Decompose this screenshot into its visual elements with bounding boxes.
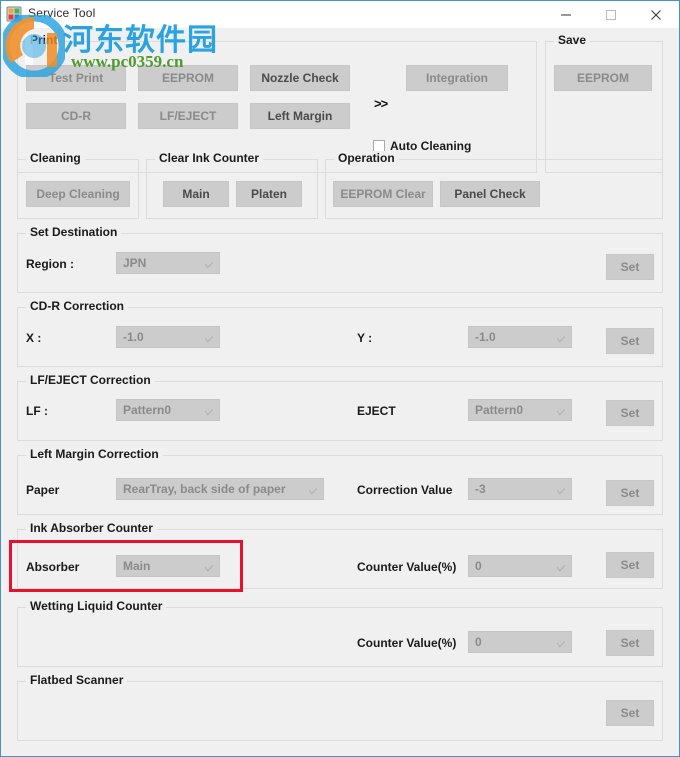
group-clear-ink-counter-legend: Clear Ink Counter — [155, 151, 264, 165]
group-flatbed-scanner-legend: Flatbed Scanner — [26, 673, 128, 687]
group-set-destination-legend: Set Destination — [26, 225, 122, 239]
service-tool-window: Service Tool Print Test Print EEPROM Noz… — [0, 0, 680, 757]
clear-ink-platen-button[interactable]: Platen — [236, 181, 302, 207]
paper-value: RearTray, back side of paper — [123, 482, 286, 496]
cdr-x-label: X : — [26, 331, 42, 345]
correction-value-label: Correction Value — [357, 483, 453, 497]
chevron-down-icon — [553, 632, 571, 652]
minimize-icon — [560, 14, 571, 15]
set-destination-set-button[interactable]: Set — [606, 254, 654, 280]
chevron-down-icon — [201, 400, 219, 420]
chevron-down-icon — [201, 327, 219, 347]
maximize-icon — [605, 9, 616, 20]
group-flatbed-scanner: Flatbed Scanner — [17, 673, 663, 741]
close-button[interactable] — [633, 1, 678, 28]
auto-cleaning-label: Auto Cleaning — [390, 139, 472, 153]
group-operation-legend: Operation — [334, 151, 399, 165]
lf-value: Pattern0 — [123, 403, 172, 417]
chevron-down-icon — [553, 556, 571, 576]
group-lf-eject-correction-legend: LF/EJECT Correction — [26, 373, 155, 387]
app-icon — [6, 6, 22, 22]
minimize-button[interactable] — [543, 1, 588, 28]
chevron-down-icon — [553, 400, 571, 420]
correction-value: -3 — [475, 482, 486, 496]
close-icon — [650, 9, 661, 20]
cdr-y-value: -1.0 — [475, 330, 496, 344]
group-print-legend: Print — [26, 33, 62, 47]
wetting-counter-value-combo[interactable]: 0 — [468, 631, 572, 653]
lf-eject-button[interactable]: LF/EJECT — [138, 103, 238, 129]
group-cleaning-legend: Cleaning — [26, 151, 85, 165]
flatbed-scanner-set-button[interactable]: Set — [606, 700, 654, 726]
integration-button[interactable]: Integration — [406, 65, 508, 91]
client-area: Print Test Print EEPROM Nozzle Check >> … — [2, 28, 678, 756]
group-wetting-liquid-counter-legend: Wetting Liquid Counter — [26, 599, 167, 613]
group-left-margin-correction-legend: Left Margin Correction — [26, 447, 163, 461]
group-ink-absorber-counter-legend: Ink Absorber Counter — [26, 521, 157, 535]
absorber-counter-value-label: Counter Value(%) — [357, 560, 457, 574]
panel-check-button[interactable]: Panel Check — [440, 181, 540, 207]
clear-ink-main-button[interactable]: Main — [163, 181, 229, 207]
maximize-button[interactable] — [588, 1, 633, 28]
region-value: JPN — [123, 256, 147, 270]
title-bar[interactable]: Service Tool — [1, 1, 679, 28]
group-set-destination: Set Destination — [17, 225, 663, 293]
cdr-x-value: -1.0 — [123, 330, 144, 344]
correction-value-combo[interactable]: -3 — [468, 478, 572, 500]
lf-combo[interactable]: Pattern0 — [116, 399, 220, 421]
ink-absorber-counter-set-button[interactable]: Set — [606, 552, 654, 578]
chevron-down-icon — [305, 479, 323, 499]
chevron-down-icon — [201, 556, 219, 576]
chevron-down-icon — [201, 253, 219, 273]
eeprom-clear-button[interactable]: EEPROM Clear — [333, 181, 433, 207]
paper-combo[interactable]: RearTray, back side of paper — [116, 478, 324, 500]
deep-cleaning-button[interactable]: Deep Cleaning — [26, 181, 130, 207]
wetting-counter-value-label: Counter Value(%) — [357, 636, 457, 650]
eject-label: EJECT — [357, 404, 396, 418]
group-save: Save — [545, 33, 663, 173]
region-combo[interactable]: JPN — [116, 252, 220, 274]
wetting-counter-value: 0 — [475, 635, 482, 649]
cd-r-button[interactable]: CD-R — [26, 103, 126, 129]
absorber-counter-value: 0 — [475, 559, 482, 573]
chevron-right-double-icon: >> — [374, 96, 388, 111]
eeprom-print-button[interactable]: EEPROM — [138, 65, 238, 91]
group-save-legend: Save — [554, 33, 591, 47]
cdr-correction-set-button[interactable]: Set — [606, 328, 654, 354]
cdr-y-combo[interactable]: -1.0 — [468, 326, 572, 348]
chevron-down-icon — [553, 479, 571, 499]
wetting-liquid-counter-set-button[interactable]: Set — [606, 630, 654, 656]
nozzle-check-button[interactable]: Nozzle Check — [250, 65, 350, 91]
absorber-counter-value-combo[interactable]: 0 — [468, 555, 572, 577]
test-print-button[interactable]: Test Print — [26, 65, 126, 91]
eject-combo[interactable]: Pattern0 — [468, 399, 572, 421]
group-cdr-correction-legend: CD-R Correction — [26, 299, 129, 313]
cdr-x-combo[interactable]: -1.0 — [116, 326, 220, 348]
lf-eject-correction-set-button[interactable]: Set — [606, 400, 654, 426]
save-eeprom-button[interactable]: EEPROM — [554, 65, 652, 91]
cdr-y-label: Y : — [357, 331, 373, 345]
region-label: Region : — [26, 257, 74, 271]
absorber-label: Absorber — [26, 560, 80, 574]
eject-value: Pattern0 — [475, 403, 524, 417]
paper-label: Paper — [26, 483, 60, 497]
left-margin-button[interactable]: Left Margin — [250, 103, 350, 129]
window-title: Service Tool — [28, 6, 96, 20]
lf-label: LF : — [26, 404, 48, 418]
absorber-value: Main — [123, 559, 151, 573]
chevron-down-icon — [553, 327, 571, 347]
left-margin-correction-set-button[interactable]: Set — [606, 480, 654, 506]
absorber-combo[interactable]: Main — [116, 555, 220, 577]
